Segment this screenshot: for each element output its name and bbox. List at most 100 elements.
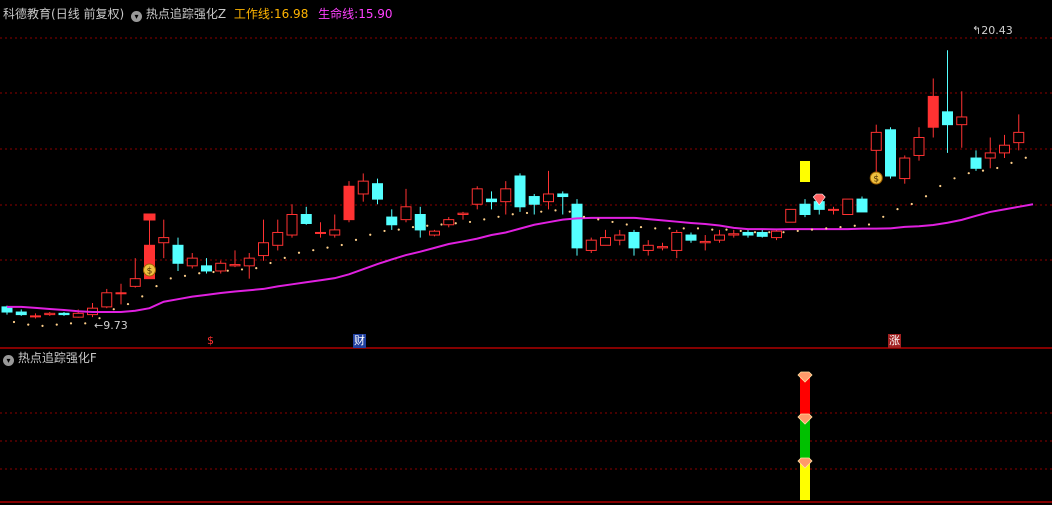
candle-body [927,95,939,128]
work-dot [682,227,685,230]
candle [343,181,355,223]
work-dot [269,261,272,265]
work-dot [55,323,58,326]
candle-body [842,198,854,216]
work-dot [12,320,16,324]
work-dot [440,223,443,226]
event-label-dollar[interactable]: $ [207,334,214,348]
candle-body [514,175,526,208]
candle-body [742,231,754,236]
work-dot [625,223,628,226]
work-dot [782,231,785,234]
collapse-icon[interactable]: ▾ [131,11,143,22]
work-dot [611,220,614,224]
work-dot [924,195,928,198]
work-dot [739,229,742,233]
candle-body [457,212,469,215]
work-dot [597,218,600,221]
candle-body [258,242,269,257]
candle-body [600,237,611,246]
high-price-label: ↰20.43 [972,24,1013,37]
work-dot [255,267,258,270]
candle-body [201,265,212,272]
candle [885,127,896,179]
money-bag-icon: $ [869,171,883,185]
candle [571,199,583,256]
candle-body [642,244,654,251]
work-dot [639,225,643,229]
work-dot [397,228,400,231]
candle-body [899,157,911,180]
work-dot [497,215,500,218]
work-dot [483,218,486,221]
indicator-name[interactable]: 热点追踪强化Z [146,7,226,21]
chart-window[interactable]: $ $ 科德教育(日线 前复权) ▾ 热点追踪强化Z 工作线:16.98 生命线:… [0,0,1052,505]
money-bag-icon: $ [143,263,156,277]
work-dot [996,166,999,170]
candle-body [172,244,184,264]
work-dot [568,210,571,213]
work-dot [654,227,657,230]
signal-segment [800,377,810,418]
work-dot [967,172,970,175]
peak-flag-marker [143,213,156,221]
candle-body [1013,131,1025,144]
candle-body [799,203,811,216]
candle-body [243,257,255,267]
main-chart-canvas[interactable]: $$ [0,0,1052,505]
candle-body [671,231,683,251]
candle-body [699,240,711,244]
work-dot [283,256,286,259]
candle-body [300,214,312,224]
event-label-rise[interactable]: 涨 [888,334,901,348]
work-dot [69,322,73,325]
money-bag-symbol: $ [873,175,879,185]
candle-body [343,185,355,221]
work-dot [867,223,871,226]
candle-body [970,157,982,169]
candle [585,237,597,253]
candle-body [15,311,27,316]
work-dot [1024,156,1027,159]
candle-body [186,257,198,267]
work-dot [354,238,358,241]
work-dot [454,222,457,225]
candle-body [44,312,56,316]
work-dot [155,285,158,288]
sub-header-bar: ▾ 热点追踪强化F [3,351,97,366]
work-dot [696,227,700,230]
sub-indicator-name[interactable]: 热点追踪强化F [18,351,97,365]
candle-body [885,129,896,177]
candle-body [571,203,583,249]
sub-collapse-icon[interactable]: ▾ [3,355,14,366]
life-line-value: 15.90 [358,7,393,21]
candle-body [685,234,697,241]
work-dot [896,208,899,211]
work-dot [369,233,372,236]
candle-body [543,193,554,203]
candle [842,198,854,216]
period-label[interactable]: (日线 前复权) [51,7,124,21]
work-dot [725,228,728,231]
work-dot [212,270,215,274]
work-dot [981,169,985,172]
candle-body [528,196,540,205]
candle-body [58,312,70,316]
work-dot [169,277,172,280]
candle-body [129,278,141,287]
candle [856,196,868,213]
candle-body [72,312,84,318]
work-line-label: 工作线: [233,7,274,21]
work-dot [240,268,244,271]
work-dot [340,243,343,247]
work-dot [882,215,885,218]
work-dot [711,228,714,231]
candle-body [272,231,284,246]
candle-body [443,219,455,226]
candle-body [628,231,640,249]
stock-name[interactable]: 科德教育 [3,7,51,21]
money-bag-symbol: $ [147,267,153,277]
event-label-finance[interactable]: 财 [353,334,366,348]
candle-body [115,292,127,295]
candle-body [357,180,369,195]
